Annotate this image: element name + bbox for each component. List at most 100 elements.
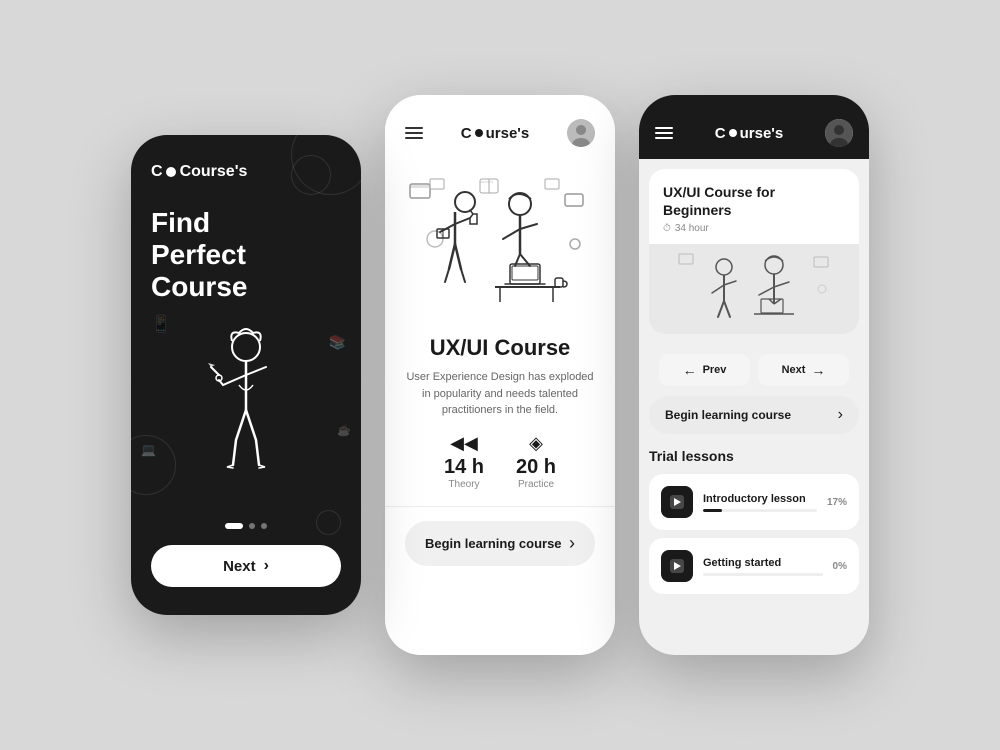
lesson-name-1: Introductory lesson — [703, 493, 817, 505]
course-card: UX/UI Course for Beginners ⏱ 34 hour — [649, 169, 859, 334]
lesson-item-2[interactable]: Getting started 0% — [649, 538, 859, 594]
lesson-pct-1: 17% — [827, 497, 847, 508]
begin-learning-button[interactable]: Begin learning course › — [405, 521, 595, 566]
practice-label: Practice — [516, 479, 556, 490]
lesson-pct-2: 0% — [833, 561, 847, 572]
hamburger-line-w3 — [655, 137, 673, 139]
hamburger-menu-3[interactable] — [655, 127, 673, 139]
hamburger-line-w2 — [655, 132, 673, 134]
course-title: UX/UI Course — [405, 335, 595, 361]
logo3-dot — [729, 129, 737, 137]
avatar-3[interactable] — [825, 119, 853, 147]
dot-2 — [249, 523, 255, 529]
begin-arrow-icon: › — [569, 533, 575, 554]
screen-2-light: C urse's — [385, 95, 615, 655]
logo3-text: urse's — [740, 125, 784, 142]
screen-3-body: Begin learning course › Trial lessons In… — [639, 396, 869, 655]
clock-icon: ⏱ — [663, 223, 671, 234]
screen-1-title: Find Perfect Course — [131, 191, 361, 304]
logo2-text: urse's — [486, 125, 530, 142]
logo2-dot — [475, 129, 483, 137]
screen-1-dark: C Course's Find Perfect Course 📱 📚 💻 ☕ — [131, 135, 361, 615]
next-label-3: Next — [782, 364, 806, 376]
next-button[interactable]: Next › — [151, 545, 341, 587]
hamburger-menu[interactable] — [405, 127, 423, 139]
hamburger-line-2 — [405, 132, 423, 134]
trial-title: Trial lessons — [649, 448, 859, 464]
begin-arrow-icon-3: › — [838, 406, 843, 424]
next-button-3[interactable]: Next → — [758, 354, 850, 386]
dot-3 — [261, 523, 267, 529]
logo: C Course's — [151, 163, 247, 181]
person-illustration — [201, 325, 291, 485]
card-illustration — [674, 249, 834, 329]
prev-button[interactable]: ← Prev — [659, 354, 751, 386]
title-line2: Perfect Course — [151, 239, 341, 303]
screen-2-header: C urse's — [385, 95, 615, 159]
float-cup-icon: ☕ — [337, 424, 351, 437]
dots-indicator — [225, 523, 267, 529]
dot-1 — [225, 523, 243, 529]
course-card-header: UX/UI Course for Beginners ⏱ 34 hour — [649, 169, 859, 244]
lesson-progress-fill-1 — [703, 509, 722, 512]
screen-3-header: C urse's — [639, 95, 869, 159]
lesson-progress-bar-2 — [703, 573, 823, 576]
course-card-time: ⏱ 34 hour — [663, 223, 845, 234]
lesson-progress-bar-1 — [703, 509, 817, 512]
time-text: 34 hour — [675, 223, 709, 234]
theory-label: Theory — [444, 479, 484, 490]
screen-3-detail: C urse's UX/UI Course for Beginners ⏱ 34… — [639, 95, 869, 655]
prev-label: Prev — [703, 364, 727, 376]
screen-2-content: UX/UI Course User Experience Design has … — [385, 319, 615, 655]
begin-learning-button-3[interactable]: Begin learning course › — [649, 396, 859, 434]
course-card-title: UX/UI Course for Beginners — [663, 183, 845, 219]
logo2-c: C — [461, 125, 472, 142]
begin-label: Begin learning course — [425, 536, 562, 551]
play-icon-2 — [669, 558, 685, 574]
float-phone-icon: 📱 — [151, 314, 171, 334]
practice-value: 20 h — [516, 456, 556, 479]
next-arrow-icon-3: → — [811, 362, 825, 378]
play-icon — [669, 494, 685, 510]
float-laptop-icon: 💻 — [141, 443, 156, 457]
screen-1-bottom: Next › — [131, 507, 361, 615]
next-label: Next — [223, 558, 256, 575]
nav-row: ← Prev Next → — [639, 344, 869, 396]
prev-arrow-icon: ← — [683, 362, 697, 378]
stat-theory: ◀◀ 14 h Theory — [444, 433, 484, 490]
theory-icon: ◀◀ — [444, 433, 484, 454]
avatar[interactable] — [567, 119, 595, 147]
next-arrow-icon: › — [264, 557, 269, 575]
screen-2-illustration — [385, 159, 615, 319]
logo-3: C urse's — [715, 125, 783, 142]
logo3-c: C — [715, 125, 726, 142]
float-book-icon: 📚 — [329, 334, 346, 351]
lesson-info-2: Getting started — [703, 557, 823, 576]
logo-light: C urse's — [461, 125, 529, 142]
course-card-image — [649, 244, 859, 334]
lesson-icon-2 — [661, 550, 693, 582]
begin-label-3: Begin learning course — [665, 408, 791, 422]
hamburger-line-w1 — [655, 127, 673, 129]
stat-practice: ◈ 20 h Practice — [516, 433, 556, 490]
practice-icon: ◈ — [516, 433, 556, 454]
screens-container: C Course's Find Perfect Course 📱 📚 💻 ☕ — [0, 0, 1000, 750]
avatar-image-3 — [825, 119, 853, 147]
hamburger-line-3 — [405, 137, 423, 139]
title-line1: Find — [151, 207, 341, 239]
hamburger-line-1 — [405, 127, 423, 129]
lesson-icon-1 — [661, 486, 693, 518]
lesson-name-2: Getting started — [703, 557, 823, 569]
avatar-image — [567, 119, 595, 147]
logo-dot — [166, 167, 176, 177]
divider — [385, 506, 615, 507]
course-description: User Experience Design has exploded in p… — [405, 369, 595, 419]
theory-value: 14 h — [444, 456, 484, 479]
stats-row: ◀◀ 14 h Theory ◈ 20 h Practice — [405, 433, 595, 490]
screen-1-illustration: 📱 📚 💻 ☕ — [131, 304, 361, 507]
lesson-item-1[interactable]: Introductory lesson 17% — [649, 474, 859, 530]
logo-c: C — [151, 163, 163, 181]
group-illustration — [405, 174, 595, 304]
logo-text: Course's — [180, 163, 248, 181]
lesson-info-1: Introductory lesson — [703, 493, 817, 512]
